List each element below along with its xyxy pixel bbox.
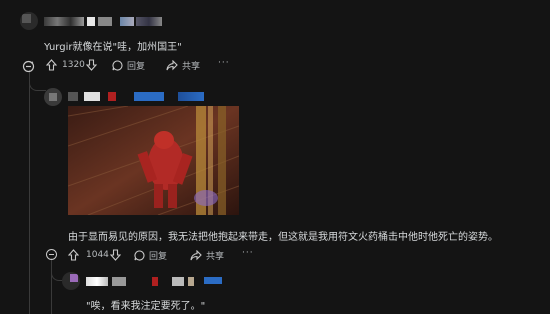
username-redacted bbox=[108, 92, 116, 101]
thread-line-reply bbox=[51, 258, 52, 314]
username-redacted bbox=[112, 277, 126, 286]
upvote-arrow-icon bbox=[68, 249, 79, 261]
share-button[interactable]: 共享 bbox=[190, 249, 224, 262]
more-dots-icon[interactable]: ··· bbox=[218, 58, 230, 68]
share-label: 共享 bbox=[206, 252, 225, 262]
upvote-arrow-icon bbox=[46, 59, 57, 71]
thread-line-root bbox=[29, 70, 30, 314]
score: 1320 bbox=[62, 60, 85, 70]
reply-button[interactable]: 回复 bbox=[112, 59, 145, 72]
collapse-icon[interactable] bbox=[46, 249, 57, 260]
downvote-button[interactable] bbox=[110, 249, 121, 261]
comment-image[interactable] bbox=[68, 106, 239, 215]
username-redacted bbox=[98, 17, 112, 26]
avatar[interactable] bbox=[62, 272, 80, 290]
share-label: 共享 bbox=[182, 62, 201, 72]
username-redacted bbox=[84, 92, 100, 101]
upvote-button[interactable] bbox=[68, 249, 79, 261]
reply-bubble-icon bbox=[112, 60, 123, 71]
username-redacted bbox=[204, 277, 222, 284]
collapse-icon[interactable] bbox=[22, 58, 35, 73]
share-arrow-icon bbox=[190, 250, 202, 261]
comment-body: "唉，看来我注定要死了。" bbox=[86, 301, 206, 312]
comment-body: Yurgir就像在说"哇，加州国王" bbox=[44, 42, 182, 53]
avatar[interactable] bbox=[44, 88, 62, 106]
username-redacted[interactable] bbox=[44, 17, 84, 26]
thread-curve bbox=[29, 80, 46, 91]
reply-button[interactable]: 回复 bbox=[134, 249, 167, 262]
upvote-button[interactable] bbox=[46, 59, 57, 71]
reply-label: 回复 bbox=[127, 62, 146, 72]
username-redacted bbox=[178, 92, 204, 101]
score: 1044 bbox=[86, 250, 109, 260]
username-redacted bbox=[120, 17, 134, 26]
username-redacted bbox=[87, 17, 95, 26]
username-redacted[interactable] bbox=[86, 277, 108, 286]
more-dots-icon[interactable]: ··· bbox=[242, 248, 254, 258]
avatar[interactable] bbox=[20, 12, 38, 30]
downvote-arrow-icon bbox=[86, 59, 97, 71]
username-redacted bbox=[136, 17, 162, 26]
share-arrow-icon bbox=[166, 60, 178, 71]
username-redacted bbox=[134, 92, 164, 101]
reply-label: 回复 bbox=[149, 252, 168, 262]
reply-bubble-icon bbox=[134, 250, 145, 261]
comment-body: 由于显而易见的原因，我无法把他抱起来带走，但这就是我用符文火药桶击中他时他死亡的… bbox=[68, 232, 498, 243]
username-redacted bbox=[152, 277, 158, 286]
username-redacted[interactable] bbox=[68, 92, 78, 101]
username-redacted bbox=[172, 277, 184, 286]
downvote-arrow-icon bbox=[110, 249, 121, 261]
downvote-button[interactable] bbox=[86, 59, 97, 71]
username-redacted bbox=[188, 277, 194, 286]
share-button[interactable]: 共享 bbox=[166, 59, 200, 72]
